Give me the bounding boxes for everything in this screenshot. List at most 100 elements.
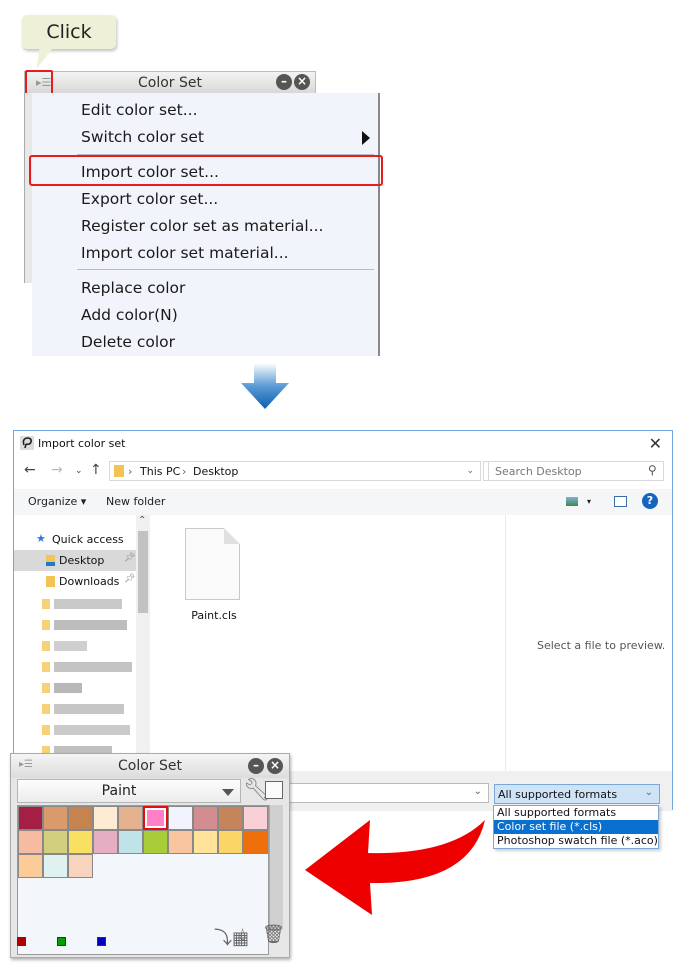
menu-item-delete-color[interactable]: Delete color [81,333,175,351]
blurred-nav-item [42,641,87,651]
panel-menu-icon: ▸☰ [36,76,52,89]
color-set-select[interactable]: Paint [17,779,241,803]
color-set-settings-icon[interactable] [265,781,283,799]
color-swatch[interactable] [143,806,168,830]
filename-input[interactable]: ⌄ [284,783,489,803]
import-highlight-box [29,155,383,186]
color-swatch[interactable] [18,854,43,878]
pin-icon[interactable]: 📌︎ [124,553,135,563]
address-bar[interactable]: › This PC › Desktop ⌄ [109,461,481,481]
blurred-nav-item [42,704,124,714]
color-swatch[interactable] [68,854,93,878]
color-swatch[interactable] [43,806,68,830]
recent-color-swatch[interactable] [97,937,106,946]
option-all-supported[interactable]: All supported formats [494,806,658,820]
color-swatch[interactable] [243,830,268,854]
click-callout: Click [22,15,116,49]
forward-button[interactable]: → [51,462,63,478]
color-swatch[interactable] [118,806,143,830]
minimize-icon[interactable]: – [276,74,292,90]
nav-downloads[interactable]: Downloads 📌︎ [14,571,137,592]
color-swatch[interactable] [168,830,193,854]
pin-icon[interactable]: 📌︎ [124,574,135,584]
option-photoshop-swatch[interactable]: Photoshop swatch file (*.aco) [494,834,658,848]
color-swatch[interactable] [218,830,243,854]
menu-item-add-color[interactable]: Add color(N) [81,306,178,324]
dialog-title: Import color set [38,437,126,450]
new-folder-button[interactable]: New folder [106,495,165,508]
swatch-scrollbar[interactable] [269,805,283,930]
add-color-icon[interactable]: 💧︎ [239,924,246,945]
menu-item-replace-color[interactable]: Replace color [81,279,185,297]
color-swatch[interactable] [68,806,93,830]
color-swatch[interactable] [118,830,143,854]
color-swatch[interactable] [243,806,268,830]
color-swatch[interactable] [43,854,68,878]
submenu-arrow-icon [362,131,370,145]
color-swatch[interactable] [168,806,193,830]
recent-color-swatch[interactable] [57,937,66,946]
file-name-label[interactable]: Paint.cls [184,609,244,622]
blurred-nav-item [42,725,130,735]
breadcrumb-desktop[interactable]: Desktop [193,465,238,478]
view-options-icon[interactable] [566,497,578,506]
color-swatch[interactable] [93,830,118,854]
nav-quick-access[interactable]: ★ Quick access [14,529,137,550]
organize-button[interactable]: Organize ▾ [28,495,86,508]
close-icon[interactable]: × [294,74,310,90]
color-swatch[interactable] [43,830,68,854]
search-placeholder: Search Desktop [495,465,582,478]
menu-item-switch-color-set[interactable]: Switch color set [81,128,204,146]
close-icon[interactable]: × [267,758,283,774]
blurred-nav-item [42,683,82,693]
preview-placeholder: Select a file to preview. [537,639,666,652]
blurred-nav-item [42,620,127,630]
scroll-up-icon[interactable]: ⌃ [138,515,146,526]
recent-locations-button[interactable]: ⌄ [75,466,83,476]
color-set-panel: ▸☰ Color Set – × Paint 🔧︎ ⤵▦ 💧︎ 🗑︎ [10,753,290,958]
search-input[interactable]: Search Desktop ⚲ [488,461,664,481]
color-swatch[interactable] [18,830,43,854]
panel-title: Color Set [138,75,202,91]
color-swatch[interactable] [218,806,243,830]
up-button[interactable]: ↑ [90,462,102,478]
address-dropdown-icon[interactable]: ⌄ [466,466,474,476]
blurred-nav-item [42,662,132,672]
color-swatch[interactable] [143,830,168,854]
nav-scroll-thumb[interactable] [138,531,148,613]
app-icon [20,436,34,450]
color-swatch[interactable] [193,830,218,854]
downloads-folder-icon [46,576,55,587]
panel-body-edge [24,93,32,283]
callout-tail [32,47,54,69]
recent-color-swatch[interactable] [17,937,26,946]
menu-item-import-material[interactable]: Import color set material... [81,244,289,262]
option-color-set-file[interactable]: Color set file (*.cls) [494,820,658,834]
nav-desktop[interactable]: Desktop 📌︎ [14,550,137,571]
file-type-dropdown-list: All supported formats Color set file (*.… [493,805,659,849]
file-icon[interactable] [185,528,240,600]
color-swatch[interactable] [68,830,93,854]
back-button[interactable]: ← [24,462,36,478]
preview-divider [505,515,506,771]
chevron-down-icon: ⌄ [644,787,653,798]
breadcrumb-this-pc[interactable]: This PC [140,465,180,478]
file-type-select[interactable]: All supported formats ⌄ [494,784,660,804]
color-swatch[interactable] [193,806,218,830]
help-icon[interactable]: ? [642,493,658,509]
delete-color-icon[interactable]: 🗑︎ [262,924,285,945]
preview-pane-icon[interactable] [614,496,627,507]
menu-item-register-material[interactable]: Register color set as material... [81,217,323,235]
view-dropdown-icon[interactable]: ▾ [587,497,591,506]
dialog-close-button[interactable]: ✕ [649,434,662,453]
minimize-icon[interactable]: – [248,758,264,774]
color-swatch[interactable] [93,806,118,830]
menu-item-edit-color-set[interactable]: Edit color set... [81,101,198,119]
color-set-panel-header: Color Set – × [24,71,316,93]
search-icon: ⚲ [648,463,657,477]
folder-icon [114,465,124,477]
chevron-down-icon [222,789,234,796]
color-swatch[interactable] [18,806,43,830]
filename-dropdown-icon[interactable]: ⌄ [474,786,482,797]
menu-item-export-color-set[interactable]: Export color set... [81,190,218,208]
